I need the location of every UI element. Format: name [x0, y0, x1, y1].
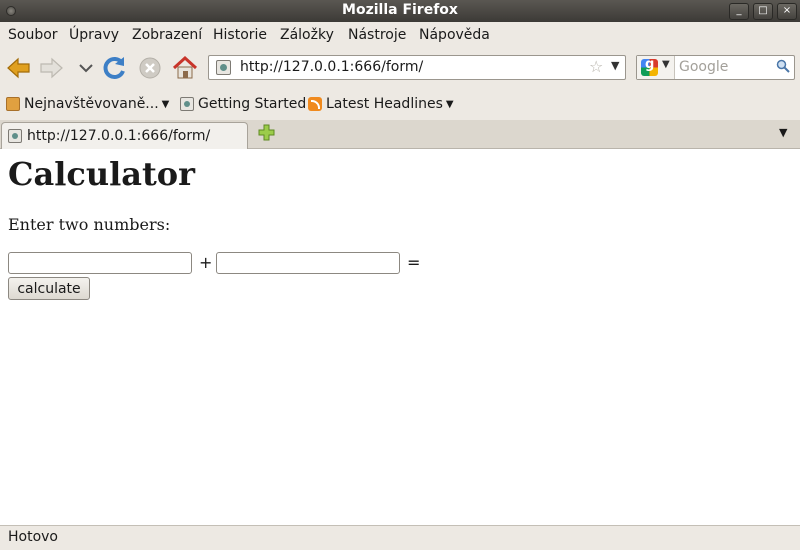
close-button[interactable]: ×: [777, 3, 797, 20]
second-number-input[interactable]: [216, 252, 400, 274]
back-arrow-icon[interactable]: [4, 54, 32, 82]
stop-icon[interactable]: [136, 54, 164, 82]
history-dropdown-icon[interactable]: [72, 54, 100, 82]
page-content: Calculator Enter two numbers: + = calcul…: [0, 149, 800, 525]
chevron-down-icon: ▼: [161, 98, 170, 110]
reload-icon[interactable]: [101, 54, 129, 82]
bookmark-most-visited-label: Nejnavštěvovaně...: [24, 96, 159, 112]
tab-label: http://127.0.0.1:666/form/: [27, 128, 211, 144]
search-icon[interactable]: [776, 59, 790, 73]
maximize-button[interactable]: □: [753, 3, 773, 20]
menu-nastroje[interactable]: Nástroje: [348, 27, 406, 43]
rss-icon: [308, 97, 322, 111]
menu-historie[interactable]: Historie: [213, 27, 267, 43]
bookmark-getting-started-label: Getting Started: [198, 96, 307, 112]
page-title: Calculator: [8, 155, 195, 193]
star-icon[interactable]: ☆: [589, 57, 603, 76]
google-icon: [641, 57, 658, 76]
menu-upravy[interactable]: Úpravy: [69, 27, 119, 43]
status-text: Hotovo: [8, 529, 58, 545]
bookmark-latest-headlines[interactable]: Latest Headlines ▼: [308, 96, 454, 112]
bookmark-most-visited[interactable]: Nejnavštěvovaně... ▼: [6, 96, 169, 112]
url-dropdown-icon[interactable]: ▼: [611, 59, 619, 72]
navigation-toolbar: http://127.0.0.1:666/form/ ☆ ▼ ▼ Google: [0, 48, 800, 88]
equals-sign: =: [407, 253, 421, 272]
menu-soubor[interactable]: Soubor: [8, 27, 58, 43]
window-title: Mozilla Firefox: [342, 2, 458, 18]
menu-napoveda[interactable]: Nápověda: [419, 27, 490, 43]
site-identity-icon[interactable]: [216, 60, 231, 75]
page-icon: [180, 97, 194, 111]
menubar: Soubor Úpravy Zobrazení Historie Záložky…: [0, 22, 800, 48]
tab-form[interactable]: http://127.0.0.1:666/form/: [1, 122, 248, 149]
chevron-down-icon: ▼: [662, 59, 670, 70]
first-number-input[interactable]: [8, 252, 192, 274]
bookmark-latest-headlines-label: Latest Headlines: [326, 96, 443, 112]
plus-sign: +: [199, 253, 213, 272]
tab-list-chevron-icon[interactable]: ▼: [779, 126, 787, 139]
url-text[interactable]: http://127.0.0.1:666/form/: [240, 59, 423, 75]
new-tab-icon[interactable]: [258, 124, 275, 141]
home-icon[interactable]: [171, 54, 199, 82]
folder-icon: [6, 97, 20, 111]
bookmark-getting-started[interactable]: Getting Started: [180, 96, 306, 112]
search-engine-selector[interactable]: ▼: [637, 56, 675, 79]
minimize-button[interactable]: _: [729, 3, 749, 20]
menu-zobrazeni[interactable]: Zobrazení: [132, 27, 202, 43]
instruction-text: Enter two numbers:: [8, 215, 171, 234]
calculate-button[interactable]: calculate: [8, 277, 90, 300]
forward-arrow-icon[interactable]: [38, 54, 66, 82]
search-bar[interactable]: ▼ Google: [636, 55, 795, 80]
search-input[interactable]: Google: [679, 59, 728, 75]
page-icon: [8, 129, 22, 143]
tab-strip: http://127.0.0.1:666/form/ ▼: [0, 120, 800, 149]
status-bar: Hotovo: [0, 525, 800, 550]
window-titlebar: Mozilla Firefox _ □ ×: [0, 0, 800, 22]
bookmarks-toolbar: Nejnavštěvovaně... ▼ Getting Started Lat…: [0, 88, 800, 120]
url-bar[interactable]: http://127.0.0.1:666/form/ ☆ ▼: [208, 55, 626, 80]
menu-zalozky[interactable]: Záložky: [280, 27, 334, 43]
chevron-down-icon: ▼: [445, 98, 454, 110]
